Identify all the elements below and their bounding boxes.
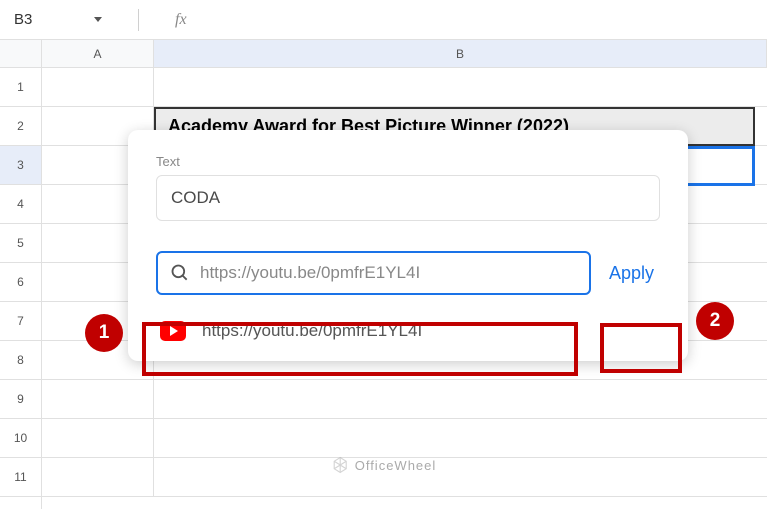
row-headers: 1 2 3 4 5 6 7 8 9 10 11: [0, 40, 42, 509]
annotation-badge-2: 2: [696, 302, 734, 340]
logo-icon: [331, 456, 349, 474]
row-header-4[interactable]: 4: [0, 185, 41, 224]
youtube-icon: [160, 321, 186, 341]
row-header-2[interactable]: 2: [0, 107, 41, 146]
row-header-3[interactable]: 3: [0, 146, 41, 185]
cell-reference: B3: [14, 11, 32, 28]
watermark-text: OfficeWheel: [355, 458, 437, 473]
row-header-1[interactable]: 1: [0, 68, 41, 107]
row-header-6[interactable]: 6: [0, 263, 41, 302]
watermark: OfficeWheel: [331, 456, 437, 474]
link-input-wrap[interactable]: [156, 251, 591, 295]
annotation-badge-1: 1: [85, 314, 123, 352]
link-suggestion[interactable]: https://youtu.be/0pmfrE1YL4I: [156, 321, 660, 341]
link-input[interactable]: [200, 263, 577, 283]
search-icon: [170, 263, 190, 283]
divider: [138, 9, 139, 31]
row-header-5[interactable]: 5: [0, 224, 41, 263]
column-header-A[interactable]: A: [42, 40, 154, 67]
row-header-10[interactable]: 10: [0, 419, 41, 458]
select-all-corner[interactable]: [0, 40, 41, 68]
link-row: Apply: [156, 251, 660, 295]
column-header-B[interactable]: B: [154, 40, 767, 67]
text-input[interactable]: CODA: [156, 175, 660, 221]
name-box[interactable]: B3: [8, 7, 108, 32]
suggestion-text: https://youtu.be/0pmfrE1YL4I: [202, 321, 422, 341]
apply-button[interactable]: Apply: [603, 253, 660, 294]
column-headers: A B: [42, 40, 767, 68]
text-field-label: Text: [156, 154, 660, 169]
chevron-down-icon[interactable]: [94, 17, 102, 22]
name-box-bar: B3 fx: [0, 0, 767, 40]
row-header-7[interactable]: 7: [0, 302, 41, 341]
row-header-11[interactable]: 11: [0, 458, 41, 497]
row-header-9[interactable]: 9: [0, 380, 41, 419]
row-header-8[interactable]: 8: [0, 341, 41, 380]
fx-icon: fx: [175, 11, 187, 29]
insert-link-popup: Text CODA Apply https://youtu.be/0pmfrE1…: [128, 130, 688, 361]
